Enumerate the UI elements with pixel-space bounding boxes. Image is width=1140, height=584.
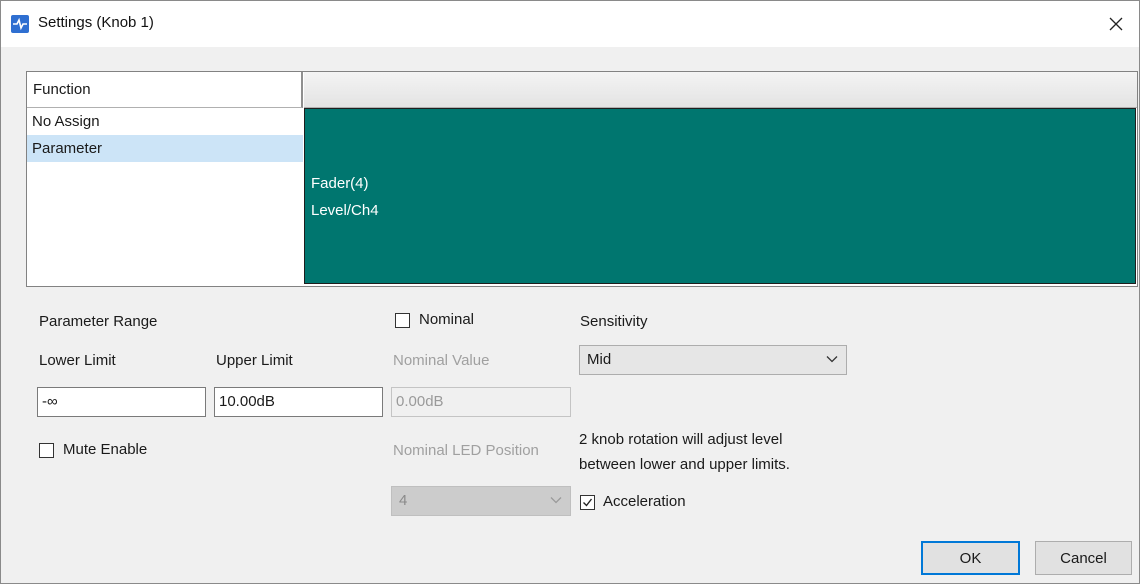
assigned-parameter-panel[interactable]: Fader(4) Level/Ch4	[304, 108, 1136, 284]
settings-dialog: Settings (Knob 1) Function No Assign Par…	[0, 0, 1140, 584]
mute-enable-checkbox[interactable]	[39, 443, 54, 458]
function-column-header[interactable]: Function	[27, 72, 303, 108]
close-icon	[1109, 17, 1123, 31]
sensitivity-value: Mid	[587, 351, 612, 368]
function-table: Function No Assign Parameter Fader(4) Le…	[26, 71, 1138, 287]
close-button[interactable]	[1093, 1, 1139, 47]
lower-limit-label: Lower Limit	[39, 352, 116, 369]
sensitivity-select[interactable]: Mid	[579, 345, 847, 375]
cancel-button[interactable]: Cancel	[1035, 541, 1132, 575]
sensitivity-label: Sensitivity	[580, 313, 648, 330]
nominal-led-position-label: Nominal LED Position	[393, 442, 539, 459]
nominal-led-position-select: 4	[391, 486, 571, 516]
nominal-value-label: Nominal Value	[393, 352, 490, 369]
acceleration-checkbox[interactable]	[580, 495, 595, 510]
sensitivity-note-line2: between lower and upper limits.	[579, 456, 790, 473]
title-bar: Settings (Knob 1)	[1, 1, 1139, 47]
sensitivity-note-line1: 2 knob rotation will adjust level	[579, 431, 783, 448]
parameter-target: Level/Ch4	[311, 202, 379, 219]
nominal-led-position-value: 4	[399, 492, 408, 509]
ok-button-label: OK	[959, 549, 982, 567]
chevron-down-icon	[550, 497, 562, 504]
cancel-button-label: Cancel	[1060, 549, 1107, 567]
app-icon	[11, 15, 29, 33]
chevron-down-icon	[826, 356, 838, 363]
upper-limit-label: Upper Limit	[216, 352, 293, 369]
upper-limit-input[interactable]: 10.00dB	[214, 387, 383, 417]
nominal-checkbox[interactable]	[395, 313, 410, 328]
function-item-parameter[interactable]: Parameter	[27, 135, 303, 162]
function-list: No Assign Parameter	[27, 108, 303, 286]
nominal-value-input: 0.00dB	[391, 387, 571, 417]
mute-enable-label: Mute Enable	[63, 441, 148, 458]
parameter-name: Fader(4)	[311, 175, 369, 192]
ok-button[interactable]: OK	[921, 541, 1020, 575]
detail-column-header[interactable]	[304, 72, 1137, 108]
lower-limit-input[interactable]: -∞	[37, 387, 206, 417]
function-item-no-assign[interactable]: No Assign	[27, 108, 303, 135]
parameter-range-heading: Parameter Range	[39, 313, 158, 330]
nominal-label: Nominal	[419, 311, 475, 328]
checkmark-icon	[583, 498, 593, 507]
acceleration-label: Acceleration	[603, 493, 686, 510]
function-header-label: Function	[33, 81, 91, 98]
window-title: Settings (Knob 1)	[38, 14, 154, 31]
